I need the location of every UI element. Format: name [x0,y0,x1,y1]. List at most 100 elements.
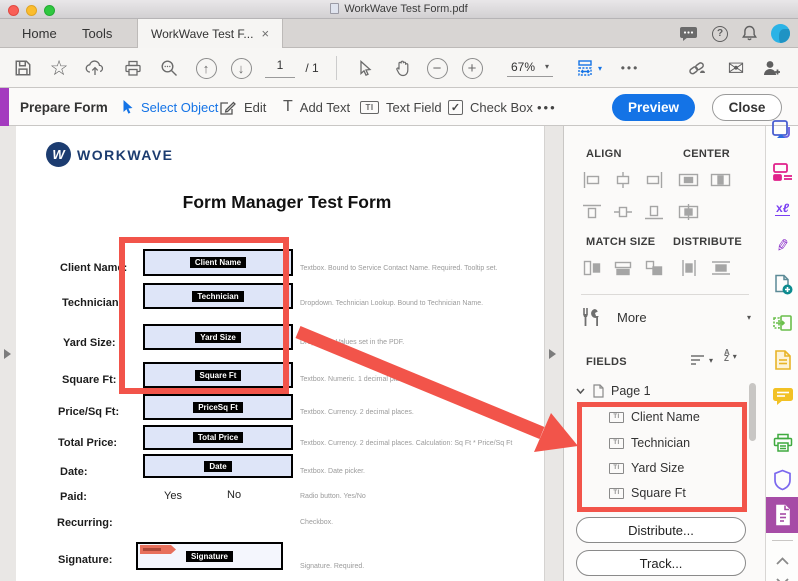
distribute-button[interactable]: Distribute... [576,517,746,543]
create-pdf-icon[interactable] [766,270,798,300]
track-button[interactable]: Track... [576,550,746,576]
paid-no-option[interactable]: No [227,489,241,501]
tree-item-label: Page 1 [611,384,651,398]
add-user-icon[interactable] [757,48,787,88]
align-vertical-middle-icon[interactable] [611,202,635,222]
add-text-icon: T [283,98,293,116]
export-compress-icon[interactable] [766,308,798,338]
pdf-page: W WORKWAVE Form Manager Test Form Client… [16,126,545,581]
paid-yes-option[interactable]: Yes [164,490,182,502]
print-icon[interactable] [120,48,146,88]
save-icon[interactable] [10,48,36,88]
field-client-name[interactable]: Client Name [143,249,293,276]
sort-order-dropdown[interactable]: ▾ [690,353,713,367]
edit-icon [219,99,237,116]
select-object-label: Select Object [141,100,218,115]
comment-icon[interactable] [766,381,798,411]
share-link-icon[interactable] [683,48,711,88]
chevron-down-icon: ▾ [747,313,751,322]
protect-shield-icon[interactable] [766,465,798,495]
sort-alpha-dropdown[interactable]: AZ ▾ [724,350,737,363]
email-icon[interactable]: ✉ [722,48,750,88]
match-height-icon[interactable] [611,258,635,278]
tree-item-technician[interactable]: TI Technician [609,436,690,450]
fit-width-icon[interactable]: ▾ [572,48,606,88]
print-production-icon[interactable] [766,428,798,458]
align-left-icon[interactable] [580,170,604,190]
center-vertically-icon[interactable] [709,170,733,190]
text-field-button[interactable]: TI Text Field [360,88,442,126]
align-bottom-icon[interactable] [642,202,666,222]
help-icon[interactable]: ? [712,26,728,42]
add-text-button[interactable]: T Add Text [283,88,350,126]
wrench-tools-icon [581,306,605,328]
field-date[interactable]: Date [143,454,293,478]
fields-scrollbar[interactable] [749,383,756,441]
sign-pen-icon[interactable]: ✎ [766,231,798,261]
rail-scroll-down-icon[interactable] [766,567,798,581]
note-date: Textbox. Date picker. [300,468,550,475]
tab-home[interactable]: Home [10,19,69,48]
star-favorite-icon[interactable]: ☆ [46,48,72,88]
field-yard-size[interactable]: Yard Size [143,324,293,350]
center-both-icon[interactable] [677,202,701,222]
zoom-in-icon[interactable]: + [459,48,485,88]
field-square-ft[interactable]: Square Ft [143,362,293,388]
note-technician: Dropdown. Technician Lookup. Bound to Te… [300,300,550,307]
pdf-file-icon [330,3,339,14]
user-avatar[interactable] [771,24,790,43]
fill-sign-icon[interactable]: xℓ [766,194,798,224]
notifications-bell-icon[interactable] [742,25,757,42]
panel-divider [581,294,749,295]
search-zoom-icon[interactable] [156,48,182,88]
more-tools-icon[interactable]: ••• [615,48,645,88]
zoom-level-dropdown[interactable]: 67%▾ [498,48,562,88]
label-yard-size: Yard Size: [63,337,116,349]
tree-item-page-1[interactable]: Page 1 [576,384,651,398]
select-tool-icon[interactable] [352,48,378,88]
tree-item-yard-size[interactable]: TI Yard Size [609,461,684,475]
tree-item-client-name[interactable]: TI Client Name [609,410,700,424]
scan-ocr-icon[interactable] [766,345,798,375]
previous-page-icon[interactable]: ↑ [193,48,219,88]
left-panel-expand-icon[interactable] [4,349,11,359]
tree-item-square-ft[interactable]: TI Square Ft [609,486,686,500]
select-object-button[interactable]: Select Object [121,88,218,126]
center-horizontally-icon[interactable] [677,170,701,190]
tab-document[interactable]: WorkWave Test F... × [137,19,283,48]
preview-button[interactable]: Preview [612,94,695,121]
share-upload-icon[interactable] [82,48,108,88]
prepare-form-tool-selected[interactable] [766,497,798,533]
chevron-expanded-icon[interactable] [576,388,585,394]
align-horizontal-center-icon[interactable] [611,170,635,190]
match-size-header: MATCH SIZE [586,236,655,248]
match-width-icon[interactable] [580,258,604,278]
hand-tool-icon[interactable] [389,48,415,88]
note-total-price: Textbox. Currency. 2 decimal places. Cal… [300,440,556,447]
check-box-button[interactable]: ✓ Check Box [448,88,533,126]
more-tools-row[interactable]: More ▾ [581,306,751,328]
page-number-input[interactable]: 1 [263,48,297,88]
edit-button[interactable]: Edit [219,88,266,126]
tree-item-label: Square Ft [631,486,686,500]
right-panel-collapse-icon[interactable] [549,349,556,359]
export-pdf-icon[interactable] [766,116,798,146]
field-total-price[interactable]: Total Price [143,425,293,450]
text-field-label: Text Field [386,100,442,115]
field-price-sq-ft[interactable]: PriceSq Ft [143,394,293,420]
tab-tools[interactable]: Tools [70,19,124,48]
zoom-out-icon[interactable]: − [424,48,450,88]
tab-close-icon[interactable]: × [261,27,269,40]
feedback-icon[interactable] [679,26,698,42]
edit-pdf-icon[interactable] [766,157,798,187]
next-page-icon[interactable]: ↓ [228,48,254,88]
field-signature[interactable]: Signature [136,542,283,570]
field-technician[interactable]: Technician [143,283,293,309]
more-form-tools-icon[interactable]: ••• [537,88,557,126]
align-top-icon[interactable] [580,202,604,222]
align-right-icon[interactable] [642,170,666,190]
distribute-vertically-icon[interactable] [677,258,701,278]
distribute-horizontally-icon[interactable] [709,258,733,278]
label-square-ft: Square Ft: [62,374,116,386]
match-both-icon[interactable] [642,258,666,278]
